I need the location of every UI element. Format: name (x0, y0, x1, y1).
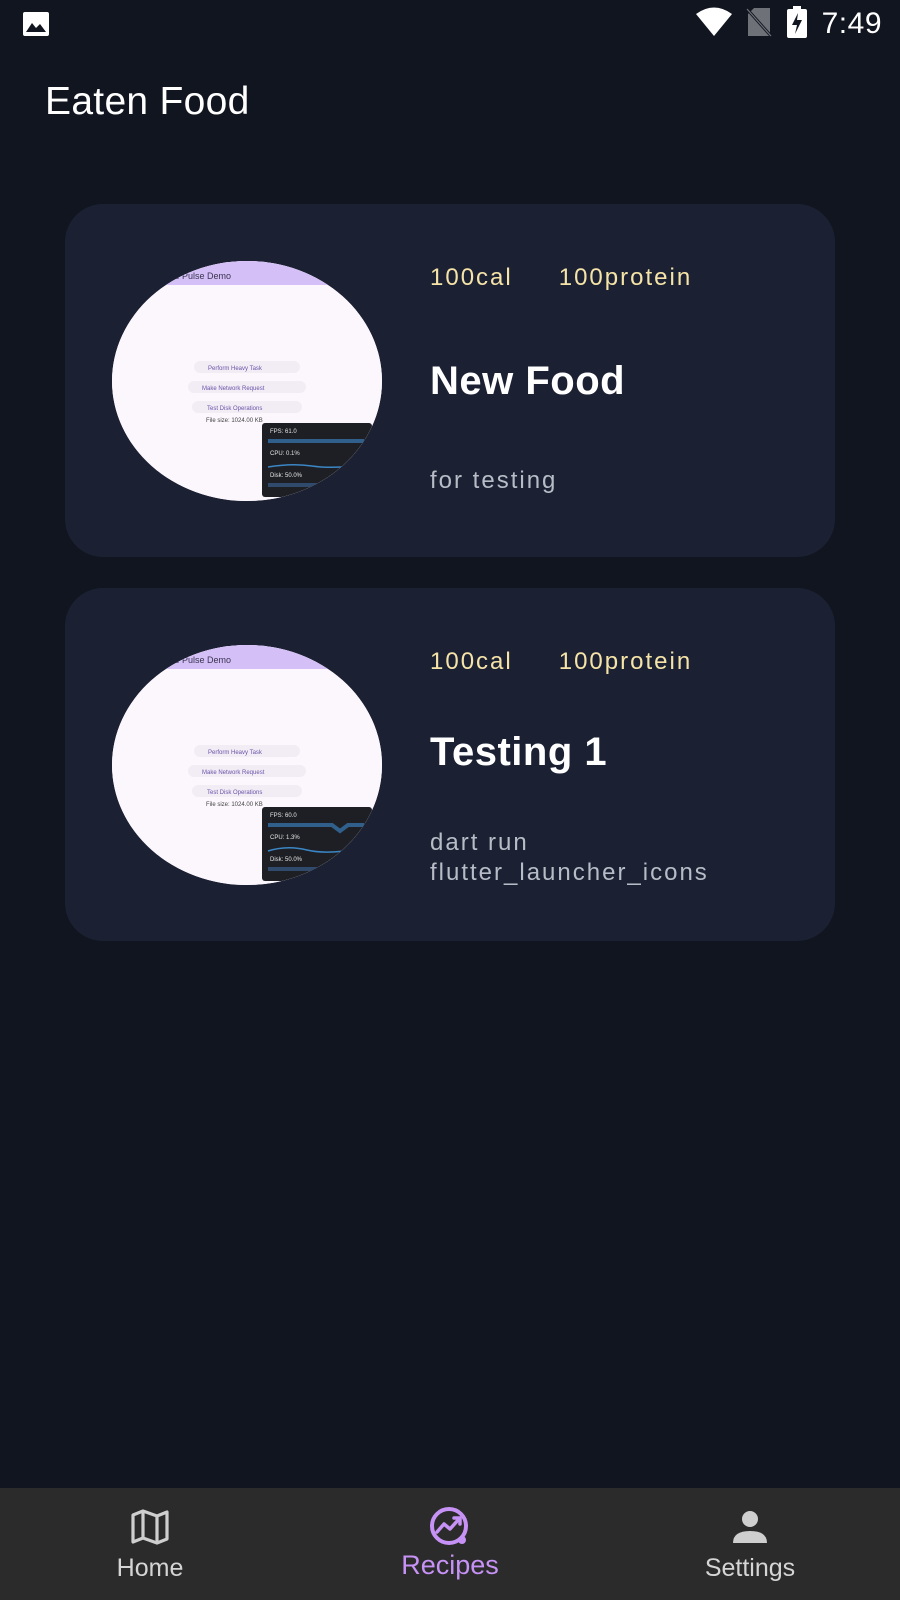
protein-label: 100protein (558, 648, 693, 675)
image-icon (22, 11, 50, 37)
food-thumbnail: ance Pulse Demo Perform Heavy Task Make … (112, 261, 382, 501)
macros-row: 100cal 100protein (430, 264, 692, 292)
thumb-file-size: File size: 1024.00 KB (206, 802, 263, 808)
food-name: Testing 1 (430, 730, 608, 774)
thumb-button-2: Make Network Request (202, 386, 265, 392)
calories-label: 100cal (430, 264, 513, 291)
food-description: dart run flutter_launcher_icons (430, 829, 709, 886)
macros-row: 100cal 100protein (430, 648, 692, 676)
thumb-disk: Disk: 50.0% (270, 857, 303, 863)
nav-label-recipes: Recipes (401, 1550, 499, 1580)
thumb-button-1: Perform Heavy Task (208, 366, 263, 372)
thumb-fps: FPS: 60.0 (270, 813, 297, 819)
nav-item-recipes[interactable]: Recipes (300, 1488, 600, 1600)
battery-charging-icon (786, 5, 808, 43)
thumb-disk: Disk: 50.0% (270, 473, 303, 479)
nav-label-settings: Settings (704, 1554, 796, 1582)
status-time: 7:49 (821, 7, 882, 40)
thumb-button-3: Test Disk Operations (207, 790, 262, 796)
thumb-app-bar-text: ance Pulse Demo (160, 655, 231, 665)
thumb-cpu: CPU: 0.1% (270, 451, 300, 457)
nav-item-settings[interactable]: Settings (600, 1488, 900, 1600)
no-sim-icon (745, 7, 772, 42)
food-card[interactable]: ance Pulse Demo Perform Heavy Task Make … (65, 588, 835, 941)
food-name: New Food (430, 359, 626, 403)
thumb-cpu: CPU: 1.3% (270, 835, 300, 841)
calories-label: 100cal (430, 648, 513, 675)
food-thumbnail: ance Pulse Demo Perform Heavy Task Make … (112, 645, 382, 885)
page-title: Eaten Food (45, 80, 250, 123)
status-bar: 7:49 (0, 0, 900, 48)
thumb-file-size: File size: 1024.00 KB (206, 418, 263, 424)
thumb-app-bar-text: ance Pulse Demo (160, 271, 231, 281)
person-icon (729, 1506, 771, 1548)
nav-label-home: Home (116, 1554, 184, 1582)
protein-label: 100protein (558, 264, 693, 291)
food-info: 100cal 100protein Testing 1 dart run flu… (430, 588, 810, 941)
app-screen: 7:49 Eaten Food ance Pulse Demo Perform … (0, 0, 900, 1600)
thumb-button-2: Make Network Request (202, 770, 265, 776)
food-info: 100cal 100protein New Food for testing (430, 204, 810, 557)
food-card[interactable]: ance Pulse Demo Perform Heavy Task Make … (65, 204, 835, 557)
map-icon (129, 1506, 171, 1548)
thumb-button-1: Perform Heavy Task (208, 750, 263, 756)
thumb-button-3: Test Disk Operations (207, 406, 262, 412)
thumb-fps: FPS: 61.0 (270, 429, 297, 435)
status-icons: 7:49 (695, 4, 882, 44)
nav-item-home[interactable]: Home (0, 1488, 300, 1600)
trending-chart-icon (429, 1506, 471, 1548)
bottom-nav: Home Recipes Settings (0, 1488, 900, 1600)
food-description: for testing (430, 467, 558, 494)
wifi-icon (695, 7, 732, 42)
